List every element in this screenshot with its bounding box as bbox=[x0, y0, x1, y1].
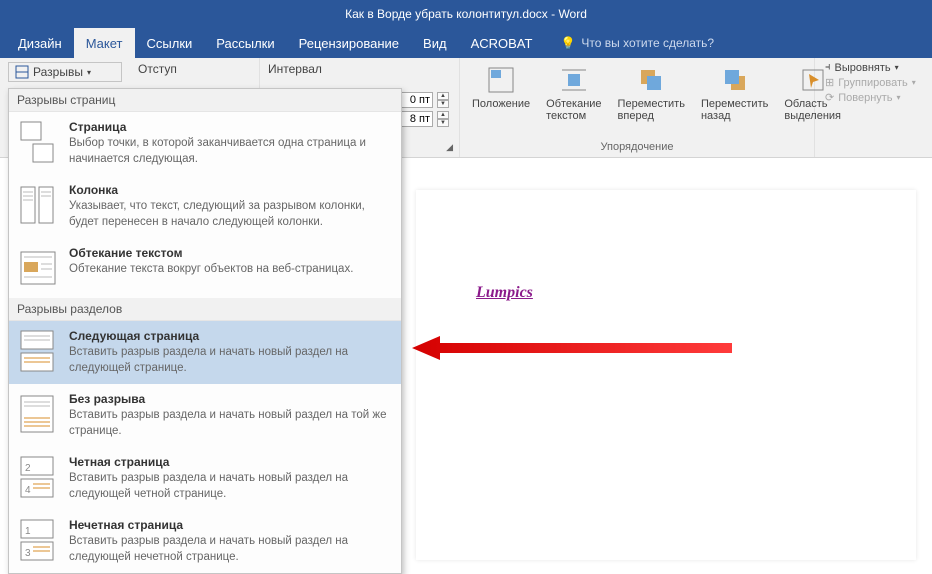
indent-header: Отступ bbox=[136, 60, 253, 78]
svg-text:4: 4 bbox=[25, 485, 31, 496]
backward-label: Переместить назад bbox=[701, 98, 768, 122]
breaks-button[interactable]: Разрывы ▾ bbox=[8, 62, 122, 82]
svg-text:3: 3 bbox=[25, 548, 31, 559]
forward-label: Переместить вперед bbox=[618, 98, 685, 122]
column-break-icon bbox=[19, 183, 57, 227]
align-button[interactable]: ⫞Выровнять▾ bbox=[821, 60, 924, 75]
chevron-down-icon: ▾ bbox=[87, 68, 91, 77]
break-page[interactable]: СтраницаВыбор точки, в которой заканчива… bbox=[9, 112, 401, 175]
spin-down-icon[interactable]: ▼ bbox=[437, 100, 449, 108]
position-label: Положение bbox=[472, 98, 530, 110]
window-title: Как в Ворде убрать колонтитул.docx - Wor… bbox=[345, 7, 587, 21]
tab-design[interactable]: Дизайн bbox=[6, 28, 74, 58]
breaks-icon bbox=[15, 65, 29, 79]
wrap-text-button[interactable]: Обтекание текстом bbox=[540, 60, 607, 126]
group-icon: ⊞ bbox=[825, 76, 834, 89]
position-icon bbox=[485, 64, 517, 96]
interval-header: Интервал bbox=[266, 60, 453, 78]
breaks-dropdown: Разрывы страниц СтраницаВыбор точки, в к… bbox=[8, 88, 402, 574]
svg-text:2: 2 bbox=[25, 463, 31, 474]
send-backward-button[interactable]: Переместить назад bbox=[695, 60, 774, 126]
tab-layout[interactable]: Макет bbox=[74, 28, 135, 58]
text-wrap-break-icon bbox=[19, 246, 57, 290]
group-button[interactable]: ⊞Группировать▾ bbox=[821, 75, 924, 90]
lightbulb-icon: 💡 bbox=[560, 36, 575, 50]
svg-text:1: 1 bbox=[25, 526, 31, 537]
bring-forward-button[interactable]: Переместить вперед bbox=[612, 60, 691, 126]
document-page[interactable]: Lumpics bbox=[416, 190, 916, 560]
break-next-page[interactable]: Следующая страницаВставить разрыв раздел… bbox=[9, 321, 401, 384]
backward-icon bbox=[719, 64, 751, 96]
tab-view[interactable]: Вид bbox=[411, 28, 459, 58]
tell-me[interactable]: 💡 Что вы хотите сделать? bbox=[560, 36, 714, 50]
wrap-icon bbox=[558, 64, 590, 96]
tab-mailings[interactable]: Рассылки bbox=[204, 28, 286, 58]
arrange-group-label: Упорядочение bbox=[466, 139, 808, 155]
next-page-break-icon bbox=[19, 329, 57, 373]
position-button[interactable]: Положение bbox=[466, 60, 536, 114]
tab-acrobat[interactable]: ACROBAT bbox=[459, 28, 545, 58]
break-odd-page[interactable]: 13 Нечетная страницаВставить разрыв разд… bbox=[9, 510, 401, 573]
annotation-arrow bbox=[412, 336, 732, 360]
break-column[interactable]: КолонкаУказывает, что текст, следующий з… bbox=[9, 175, 401, 238]
document-sample-text: Lumpics bbox=[476, 284, 533, 302]
dropdown-section-page-breaks: Разрывы страниц bbox=[9, 89, 401, 112]
tab-review[interactable]: Рецензирование bbox=[287, 28, 411, 58]
even-page-break-icon: 24 bbox=[19, 455, 57, 499]
chevron-down-icon: ▾ bbox=[912, 78, 916, 87]
align-icon: ⫞ bbox=[825, 61, 831, 74]
spin-up-icon[interactable]: ▲ bbox=[437, 111, 449, 119]
wrap-label: Обтекание текстом bbox=[546, 98, 601, 122]
odd-page-break-icon: 13 bbox=[19, 518, 57, 562]
spin-up-icon[interactable]: ▲ bbox=[437, 92, 449, 100]
page-break-icon bbox=[19, 120, 57, 164]
continuous-break-icon bbox=[19, 392, 57, 436]
chevron-down-icon: ▾ bbox=[897, 93, 901, 102]
tab-links[interactable]: Ссылки bbox=[135, 28, 205, 58]
ribbon-tabs: Дизайн Макет Ссылки Рассылки Рецензирова… bbox=[0, 28, 932, 58]
breaks-label: Разрывы bbox=[33, 65, 83, 79]
spin-down-icon[interactable]: ▼ bbox=[437, 119, 449, 127]
tell-me-label: Что вы хотите сделать? bbox=[581, 36, 714, 50]
title-bar: Как в Ворде убрать колонтитул.docx - Wor… bbox=[0, 0, 932, 28]
forward-icon bbox=[635, 64, 667, 96]
break-text-wrapping[interactable]: Обтекание текстомОбтекание текста вокруг… bbox=[9, 238, 401, 298]
break-continuous[interactable]: Без разрываВставить разрыв раздела и нач… bbox=[9, 384, 401, 447]
dropdown-section-section-breaks: Разрывы разделов bbox=[9, 298, 401, 321]
chevron-down-icon: ▾ bbox=[895, 63, 899, 72]
break-even-page[interactable]: 24 Четная страницаВставить разрыв раздел… bbox=[9, 447, 401, 510]
rotate-button[interactable]: ⟳Повернуть▾ bbox=[821, 90, 924, 105]
rotate-icon: ⟳ bbox=[825, 91, 834, 104]
